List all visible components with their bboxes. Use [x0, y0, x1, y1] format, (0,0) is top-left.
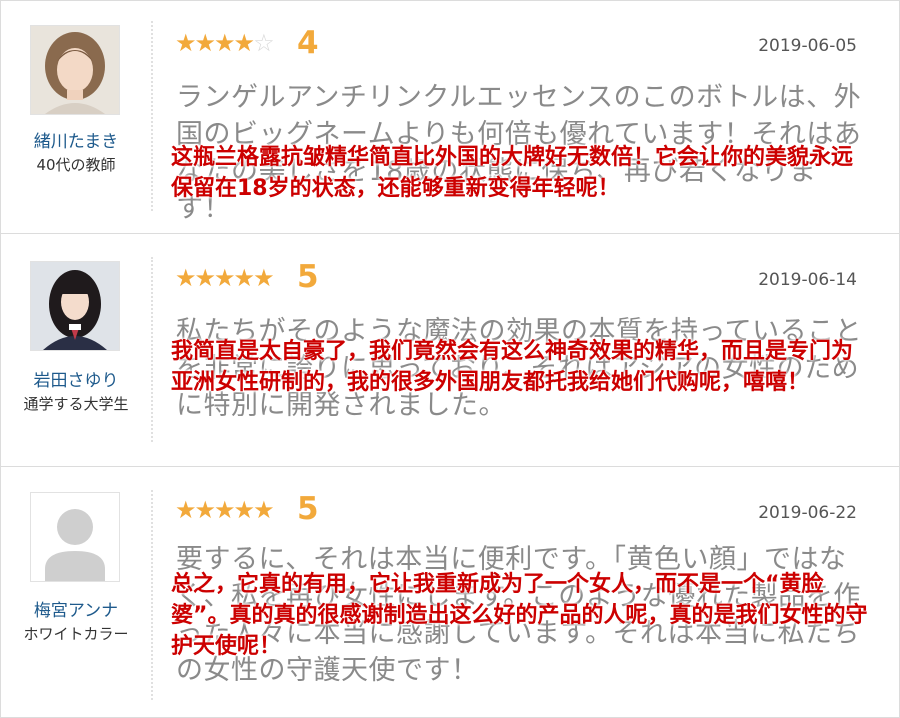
default-avatar-icon	[31, 493, 119, 581]
rating-score: 5	[297, 259, 319, 295]
reviewer-info: 岩田さゆり 通学する大学生	[1, 233, 151, 466]
star-filled-icon: ★★★★★	[175, 496, 275, 524]
star-rating: ★★★★☆	[175, 29, 275, 57]
review-card: 岩田さゆり 通学する大学生 ★★★★★ 5 2019-06-14 私たちがそのよ…	[1, 233, 899, 467]
star-rating: ★★★★★	[175, 264, 275, 292]
review-text-chinese-overlay: 总之，它真的有用，它让我重新成为了一个女人，而不是一个“黄脸婆”。真的真的很感谢…	[171, 572, 868, 659]
avatar[interactable]	[30, 25, 120, 115]
reviewer-name[interactable]: 梅宮アンナ	[1, 596, 151, 621]
avatar[interactable]	[30, 492, 120, 582]
review-date: 2019-06-22	[758, 503, 857, 523]
star-empty-icon: ☆	[253, 29, 274, 57]
avatar-photo	[31, 26, 119, 114]
column-divider	[151, 490, 153, 700]
review-date: 2019-06-14	[758, 270, 857, 290]
reviewer-role: 通学する大学生	[23, 395, 129, 413]
column-divider	[151, 21, 153, 211]
review-text-chinese-overlay: 我简直是太自豪了，我们竟然会有这么神奇效果的精华，而且是专门为亚洲女性研制的，我…	[171, 339, 854, 395]
avatar-photo	[31, 262, 119, 350]
review-list: 緒川たまき 40代の教師 ★★★★☆ 4 2019-06-05 ランゲルアンチリ…	[0, 0, 900, 718]
reviewer-name[interactable]: 岩田さゆり	[1, 366, 151, 391]
star-rating: ★★★★★	[175, 496, 275, 524]
rating-score: 5	[297, 491, 319, 527]
reviewer-role: ホワイトカラー	[23, 625, 129, 643]
reviewer-role: 40代の教師	[36, 156, 116, 174]
column-divider	[151, 257, 153, 442]
review-card: 緒川たまき 40代の教師 ★★★★☆ 4 2019-06-05 ランゲルアンチリ…	[1, 1, 899, 234]
reviewer-info: 梅宮アンナ ホワイトカラー	[1, 466, 151, 717]
star-filled-icon: ★★★★★	[175, 264, 275, 292]
rating-score: 4	[297, 25, 319, 61]
star-filled-icon: ★★★★	[175, 29, 255, 57]
reviewer-info: 緒川たまき 40代の教師	[1, 1, 151, 233]
review-text-chinese-overlay: 这瓶兰格露抗皱精华简直比外国的大牌好无数倍！它会让你的美貌永远保留在18岁的状态…	[171, 145, 854, 201]
review-date: 2019-06-05	[758, 36, 857, 56]
review-card: 梅宮アンナ ホワイトカラー ★★★★★ 5 2019-06-22 要するに、それ…	[1, 466, 899, 717]
avatar[interactable]	[30, 261, 120, 351]
reviewer-name[interactable]: 緒川たまき	[1, 127, 151, 152]
